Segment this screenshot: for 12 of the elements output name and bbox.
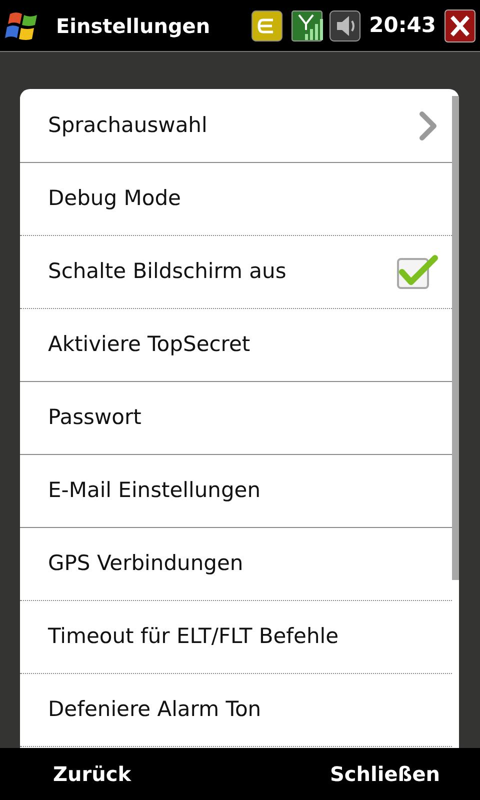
clock[interactable]: 20:43 <box>369 10 436 42</box>
window-title: Einstellungen <box>56 12 212 40</box>
checkbox[interactable] <box>396 254 438 290</box>
back-button[interactable]: Zurück <box>53 759 131 789</box>
scrollbar-thumb[interactable] <box>452 96 459 580</box>
chevron-right-icon <box>418 110 438 142</box>
speaker-icon[interactable] <box>329 10 362 42</box>
signal-icon[interactable] <box>291 10 326 42</box>
close-icon[interactable] <box>444 8 476 42</box>
settings-item[interactable]: Sprachauswahl <box>20 90 452 163</box>
close-button[interactable]: Schließen <box>330 759 440 789</box>
status-app-icon[interactable] <box>251 10 284 42</box>
